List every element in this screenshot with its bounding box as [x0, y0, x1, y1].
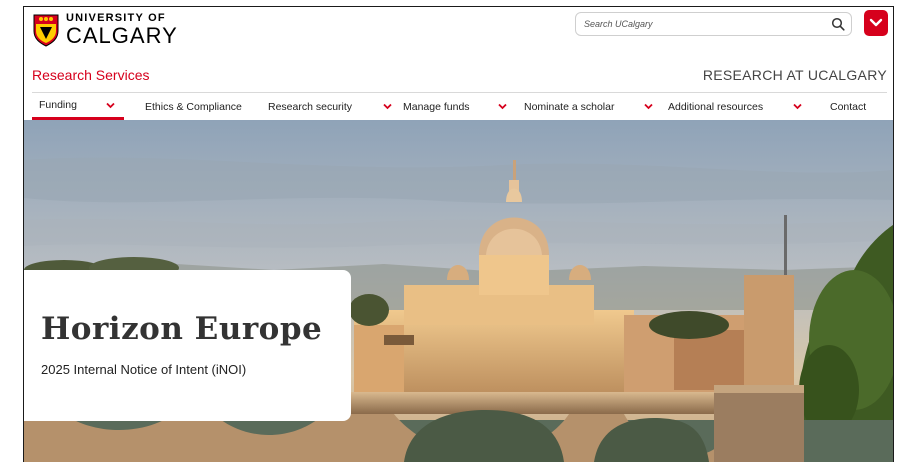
university-shield-icon: [33, 14, 59, 47]
search-box: [575, 12, 852, 36]
nav-item-label: Ethics & Compliance: [145, 100, 242, 113]
search-icon[interactable]: [831, 17, 845, 31]
chevron-down-icon: [106, 102, 115, 108]
nav-item-ethics-compliance[interactable]: Ethics & Compliance: [145, 93, 242, 120]
university-logo[interactable]: UNIVERSITY OF CALGARY: [32, 13, 178, 47]
main-nav: Funding Ethics & Compliance Research sec…: [32, 93, 887, 120]
logo-line-2: CALGARY: [66, 23, 178, 48]
nav-item-label: Contact: [830, 100, 867, 113]
hero-subtitle: 2025 Internal Notice of Intent (iNOI): [41, 362, 247, 377]
menu-toggle-button[interactable]: [864, 10, 888, 36]
nav-item-nominate-a-scholar[interactable]: Nominate a scholar: [524, 93, 654, 120]
nav-item-manage-funds[interactable]: Manage funds: [403, 93, 507, 120]
nav-item-additional-resources[interactable]: Additional resources: [668, 93, 802, 120]
search-input[interactable]: [584, 16, 814, 32]
hero-banner: Horizon Europe 2025 Internal Notice of I…: [24, 120, 893, 462]
nav-item-research-security[interactable]: Research security: [268, 93, 392, 120]
nav-item-label: Additional resources: [668, 100, 764, 113]
nav-item-funding[interactable]: Funding: [32, 93, 124, 120]
chevron-down-icon: [383, 103, 392, 110]
hero-card: Horizon Europe 2025 Internal Notice of I…: [24, 270, 351, 421]
chevron-down-icon: [869, 18, 883, 27]
nav-item-label: Research security: [268, 100, 353, 113]
research-at-ucalgary-link[interactable]: RESEARCH AT UCALGARY: [703, 67, 887, 83]
page-frame: UNIVERSITY OF CALGARY Research Services …: [23, 6, 894, 462]
site-title[interactable]: Research Services: [32, 67, 150, 83]
chevron-down-icon: [644, 103, 654, 110]
nav-item-label: Manage funds: [403, 100, 470, 113]
nav-item-label: Nominate a scholar: [524, 100, 615, 113]
nav-item-contact[interactable]: Contact: [830, 93, 866, 120]
chevron-down-icon: [497, 103, 507, 110]
chevron-down-icon: [793, 103, 802, 110]
nav-item-label: Funding: [39, 99, 77, 111]
hero-title: Horizon Europe: [41, 311, 323, 347]
